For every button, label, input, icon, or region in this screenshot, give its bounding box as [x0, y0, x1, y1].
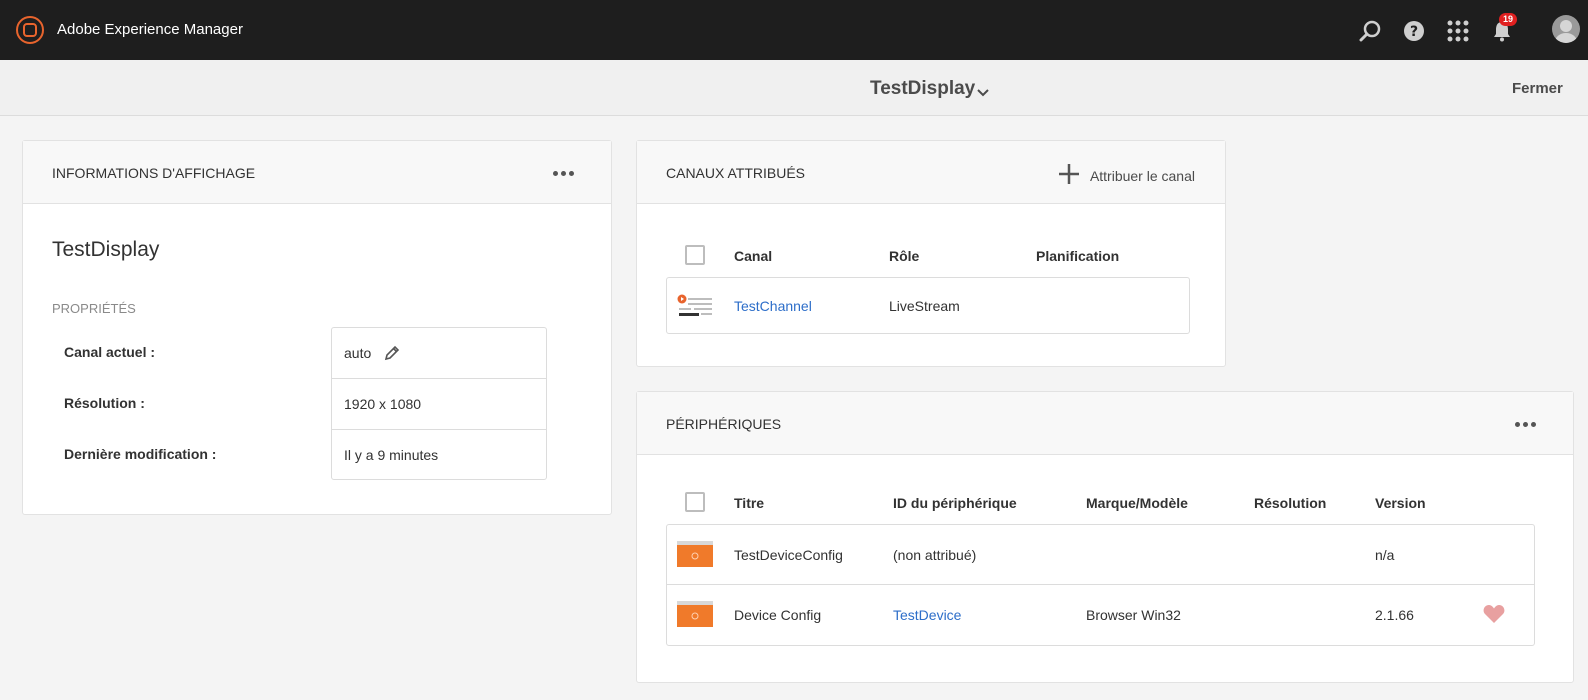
- properties-heading: PROPRIÉTÉS: [52, 301, 136, 316]
- card-header: INFORMATIONS D'AFFICHAGE: [23, 141, 611, 204]
- properties-values: auto 1920 x 1080 Il y a 9 minutes: [331, 327, 547, 480]
- device-id: (non attribué): [893, 547, 977, 563]
- property-value: 1920 x 1080: [344, 396, 422, 412]
- avatar[interactable]: [1552, 15, 1580, 43]
- device-model: Browser Win32: [1086, 607, 1181, 623]
- device-thumbnail-icon: [677, 601, 713, 627]
- property-value: Il y a 9 minutes: [344, 447, 439, 463]
- column-header[interactable]: Canal: [734, 248, 772, 264]
- help-icon[interactable]: ?: [1402, 19, 1426, 43]
- plus-icon: [1058, 163, 1080, 188]
- property-label: Canal actuel :: [64, 344, 156, 360]
- aem-logo-icon[interactable]: [16, 16, 44, 44]
- column-header[interactable]: Rôle: [889, 248, 919, 264]
- device-thumbnail-icon: [677, 541, 713, 567]
- device-version: n/a: [1375, 547, 1395, 563]
- card-header: CANAUX ATTRIBUÉS Attribuer le canal: [637, 141, 1225, 204]
- property-label: Dernière modification :: [64, 446, 217, 462]
- card-title: CANAUX ATTRIBUÉS: [666, 165, 805, 181]
- notification-badge: 19: [1499, 13, 1518, 26]
- card-title: PÉRIPHÉRIQUES: [666, 416, 782, 432]
- card-title: INFORMATIONS D'AFFICHAGE: [52, 165, 256, 181]
- device-title: Device Config: [734, 607, 822, 623]
- bell-icon[interactable]: 19: [1490, 13, 1518, 43]
- pencil-edit-icon[interactable]: [384, 345, 400, 364]
- select-all-checkbox[interactable]: [685, 492, 705, 512]
- close-button[interactable]: Fermer: [1512, 80, 1563, 97]
- column-header[interactable]: Titre: [734, 495, 764, 511]
- assign-channel-label: Attribuer le canal: [1089, 167, 1195, 184]
- column-header[interactable]: ID du périphérique: [893, 495, 1017, 511]
- more-options-icon[interactable]: [553, 171, 574, 176]
- assign-channel-button[interactable]: Attribuer le canal: [1058, 163, 1195, 188]
- channel-link[interactable]: TestChannel: [734, 298, 812, 314]
- display-info-card: INFORMATIONS D'AFFICHAGE TestDisplay PRO…: [22, 140, 612, 515]
- column-header[interactable]: Version: [1375, 495, 1426, 511]
- device-version: 2.1.66: [1375, 607, 1414, 623]
- devices-table: TestDeviceConfig (non attribué) n/a Devi…: [666, 524, 1535, 646]
- device-title: TestDeviceConfig: [734, 547, 843, 563]
- channel-thumbnail-icon: [677, 294, 713, 320]
- property-value: auto: [344, 345, 372, 361]
- app-title[interactable]: Adobe Experience Manager: [57, 21, 243, 38]
- card-header: PÉRIPHÉRIQUES: [637, 392, 1573, 455]
- svg-text:?: ?: [1410, 24, 1418, 40]
- table-row[interactable]: Device Config TestDevice Browser Win32 2…: [667, 585, 1534, 645]
- property-label: Résolution :: [64, 395, 145, 411]
- table-row[interactable]: TestDeviceConfig (non attribué) n/a: [667, 525, 1534, 585]
- column-header[interactable]: Marque/Modèle: [1086, 495, 1188, 511]
- device-id-link[interactable]: TestDevice: [893, 607, 961, 623]
- search-icon[interactable]: [1358, 19, 1382, 43]
- action-bar: TestDisplay Fermer: [0, 60, 1588, 116]
- select-all-checkbox[interactable]: [685, 245, 705, 265]
- heart-icon: [1483, 604, 1505, 627]
- display-name: TestDisplay: [52, 238, 160, 261]
- column-header[interactable]: Résolution: [1254, 495, 1326, 511]
- more-options-icon[interactable]: [1515, 422, 1536, 427]
- column-header[interactable]: Planification: [1036, 248, 1119, 264]
- shell-bar: Adobe Experience Manager ? 19: [0, 0, 1588, 60]
- devices-card: PÉRIPHÉRIQUES Titre ID du périphérique M…: [636, 391, 1574, 683]
- chevron-down-icon[interactable]: [977, 84, 989, 100]
- assigned-channels-card: CANAUX ATTRIBUÉS Attribuer le canal Cana…: [636, 140, 1226, 367]
- table-row[interactable]: TestChannel LiveStream: [666, 277, 1190, 334]
- apps-grid-icon[interactable]: [1446, 19, 1470, 43]
- channel-role: LiveStream: [889, 298, 960, 314]
- page-title[interactable]: TestDisplay: [870, 78, 975, 100]
